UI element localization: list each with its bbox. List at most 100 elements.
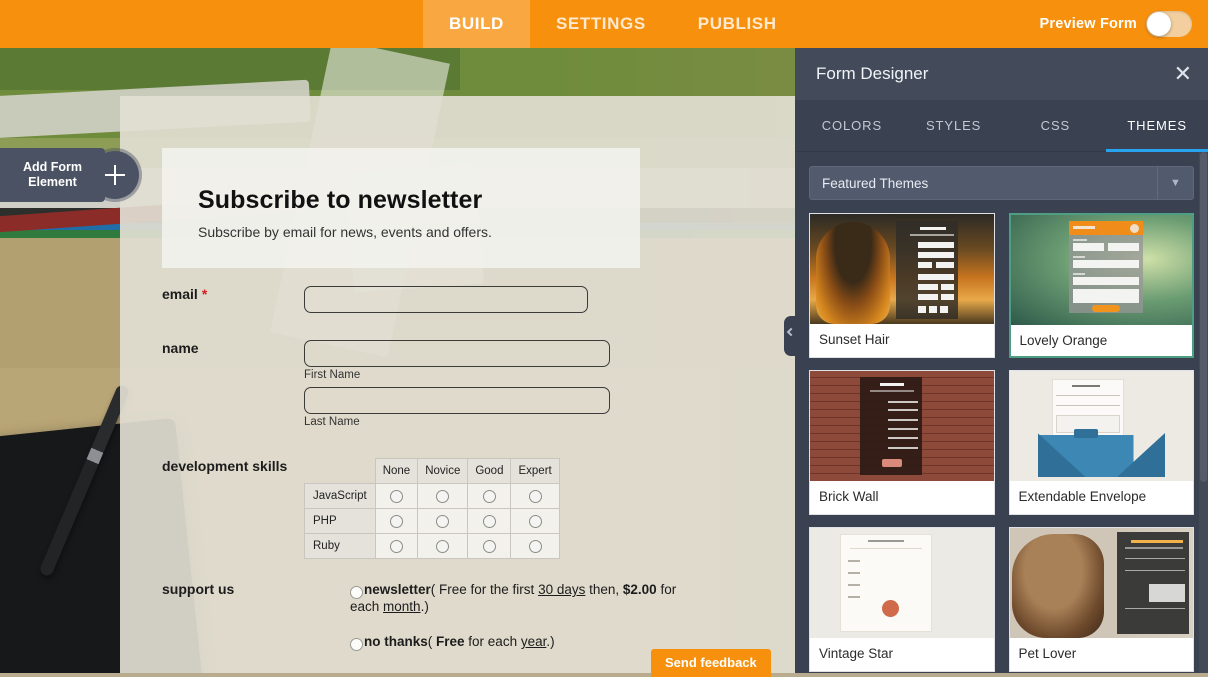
thumb-art	[941, 284, 954, 290]
theme-card-lovely-orange[interactable]: Lovely Orange	[1008, 213, 1194, 358]
tab-colors[interactable]: COLORS	[801, 100, 903, 152]
required-marker: *	[201, 286, 208, 302]
radio-icon[interactable]	[528, 514, 542, 528]
radio-icon[interactable]	[436, 514, 450, 528]
tab-build[interactable]: BUILD	[423, 0, 530, 48]
thumb-art	[1072, 273, 1085, 275]
tab-themes[interactable]: THEMES	[1106, 100, 1208, 152]
thumb-art	[848, 584, 860, 586]
theme-card-extendable-envelope[interactable]: Extendable Envelope	[1008, 370, 1194, 515]
theme-name: Sunset Hair	[819, 332, 890, 347]
thumb-art	[1072, 226, 1095, 229]
support-option-newsletter[interactable]: newsletter( Free for the first 30 days t…	[350, 581, 690, 615]
thumb-art	[918, 262, 932, 268]
thumb-art	[816, 222, 890, 324]
chevron-down-icon[interactable]: ▼	[1157, 167, 1193, 199]
matrix-cell-php-expert[interactable]	[510, 508, 560, 534]
thumb-art	[929, 306, 937, 313]
theme-thumbnail	[1009, 371, 1193, 481]
matrix-cell-ruby-novice[interactable]	[417, 533, 469, 559]
radio-icon[interactable]	[389, 489, 403, 503]
add-form-element-button[interactable]: Add Form Element	[0, 148, 139, 202]
close-icon[interactable]: ✕	[1174, 63, 1192, 85]
thumb-art	[940, 306, 948, 313]
thumb-art	[848, 596, 860, 598]
tab-publish[interactable]: PUBLISH	[672, 0, 803, 48]
theme-card-pet-lover[interactable]: Pet Lover	[1008, 527, 1194, 672]
matrix-cell-javascript-none[interactable]	[374, 483, 419, 509]
radio-icon[interactable]	[482, 539, 496, 553]
thumb-art	[910, 234, 954, 236]
matrix-cell-javascript-novice[interactable]	[417, 483, 469, 509]
matrix-cell-ruby-expert[interactable]	[510, 533, 560, 559]
tab-css[interactable]: CSS	[1005, 100, 1107, 152]
theme-category-select[interactable]: Featured Themes ▼	[809, 166, 1194, 200]
matrix-cell-ruby-good[interactable]	[467, 533, 512, 559]
thumb-art	[888, 401, 918, 403]
thumb-art	[1072, 243, 1104, 251]
thumb-art	[1072, 256, 1085, 258]
email-input[interactable]	[304, 286, 588, 313]
thumb-art	[882, 459, 902, 467]
radio-icon[interactable]	[350, 637, 363, 651]
radio-icon[interactable]	[350, 585, 363, 599]
matrix-cell-php-none[interactable]	[374, 508, 419, 534]
plus-icon[interactable]	[91, 151, 139, 199]
matrix-row-header: PHP	[304, 508, 376, 534]
thumb-art	[920, 227, 946, 230]
theme-name: Brick Wall	[819, 489, 879, 504]
matrix-cell-javascript-expert[interactable]	[510, 483, 560, 509]
thumb-art	[1091, 305, 1120, 312]
field-name-control: First Name Last Name	[304, 340, 610, 428]
radio-icon[interactable]	[482, 489, 496, 503]
radio-icon[interactable]	[528, 539, 542, 553]
theme-card-sunset-hair[interactable]: Sunset Hair	[809, 213, 995, 358]
theme-name: Extendable Envelope	[1018, 489, 1147, 504]
first-name-input[interactable]	[304, 340, 610, 367]
thumb-art	[848, 560, 860, 562]
theme-card-brick-wall[interactable]: Brick Wall	[809, 370, 995, 515]
matrix-cell-php-novice[interactable]	[417, 508, 469, 534]
radio-icon[interactable]	[436, 489, 450, 503]
form-header: Subscribe to newsletter Subscribe by ema…	[162, 148, 640, 268]
preview-form-toggle[interactable]	[1146, 11, 1192, 37]
thumb-art	[888, 419, 918, 421]
thumb-art	[918, 274, 954, 280]
field-email-control	[304, 286, 588, 313]
matrix-cell-javascript-good[interactable]	[467, 483, 512, 509]
preview-form-label: Preview Form	[1039, 16, 1137, 32]
matrix-header-row: None Novice Good Expert	[305, 458, 560, 484]
theme-name: Lovely Orange	[1019, 333, 1108, 348]
support-option-no-thanks[interactable]: no thanks( Free for each year.)	[350, 633, 690, 651]
thumb-art	[1072, 289, 1139, 303]
theme-name: Vintage Star	[819, 646, 894, 661]
skills-matrix-table: None Novice Good Expert JavaScript PHP R…	[304, 458, 560, 559]
panel-collapse-handle[interactable]	[784, 316, 797, 356]
radio-icon[interactable]	[528, 489, 542, 503]
thumb-art	[882, 600, 899, 617]
thumb-art	[918, 306, 926, 313]
add-form-element-label: Add Form Element	[0, 148, 105, 202]
radio-icon[interactable]	[436, 539, 450, 553]
panel-scrollbar[interactable]	[1199, 152, 1208, 673]
matrix-cell-ruby-none[interactable]	[374, 533, 419, 559]
thumb-art	[1125, 547, 1183, 549]
thumb-art	[918, 294, 938, 300]
radio-icon[interactable]	[389, 539, 403, 553]
thumb-art	[1131, 540, 1183, 543]
table-row: PHP	[304, 508, 560, 534]
thumb-art	[888, 409, 918, 411]
tab-styles[interactable]: STYLES	[903, 100, 1005, 152]
radio-icon[interactable]	[389, 514, 403, 528]
tab-settings[interactable]: SETTINGS	[530, 0, 672, 48]
theme-card-vintage-star[interactable]: Vintage Star	[809, 527, 995, 672]
radio-icon[interactable]	[482, 514, 496, 528]
scrollbar-thumb[interactable]	[1200, 152, 1207, 482]
form-designer-panel: Form Designer ✕ COLORS STYLES CSS THEMES…	[784, 48, 1208, 673]
last-name-input[interactable]	[304, 387, 610, 414]
matrix-cell-php-good[interactable]	[467, 508, 512, 534]
preview-form-control: Preview Form	[1039, 0, 1192, 48]
field-name-label: name	[162, 340, 199, 356]
field-skills-control: None Novice Good Expert JavaScript PHP R…	[304, 458, 560, 559]
matrix-column-header: Expert	[510, 458, 560, 484]
